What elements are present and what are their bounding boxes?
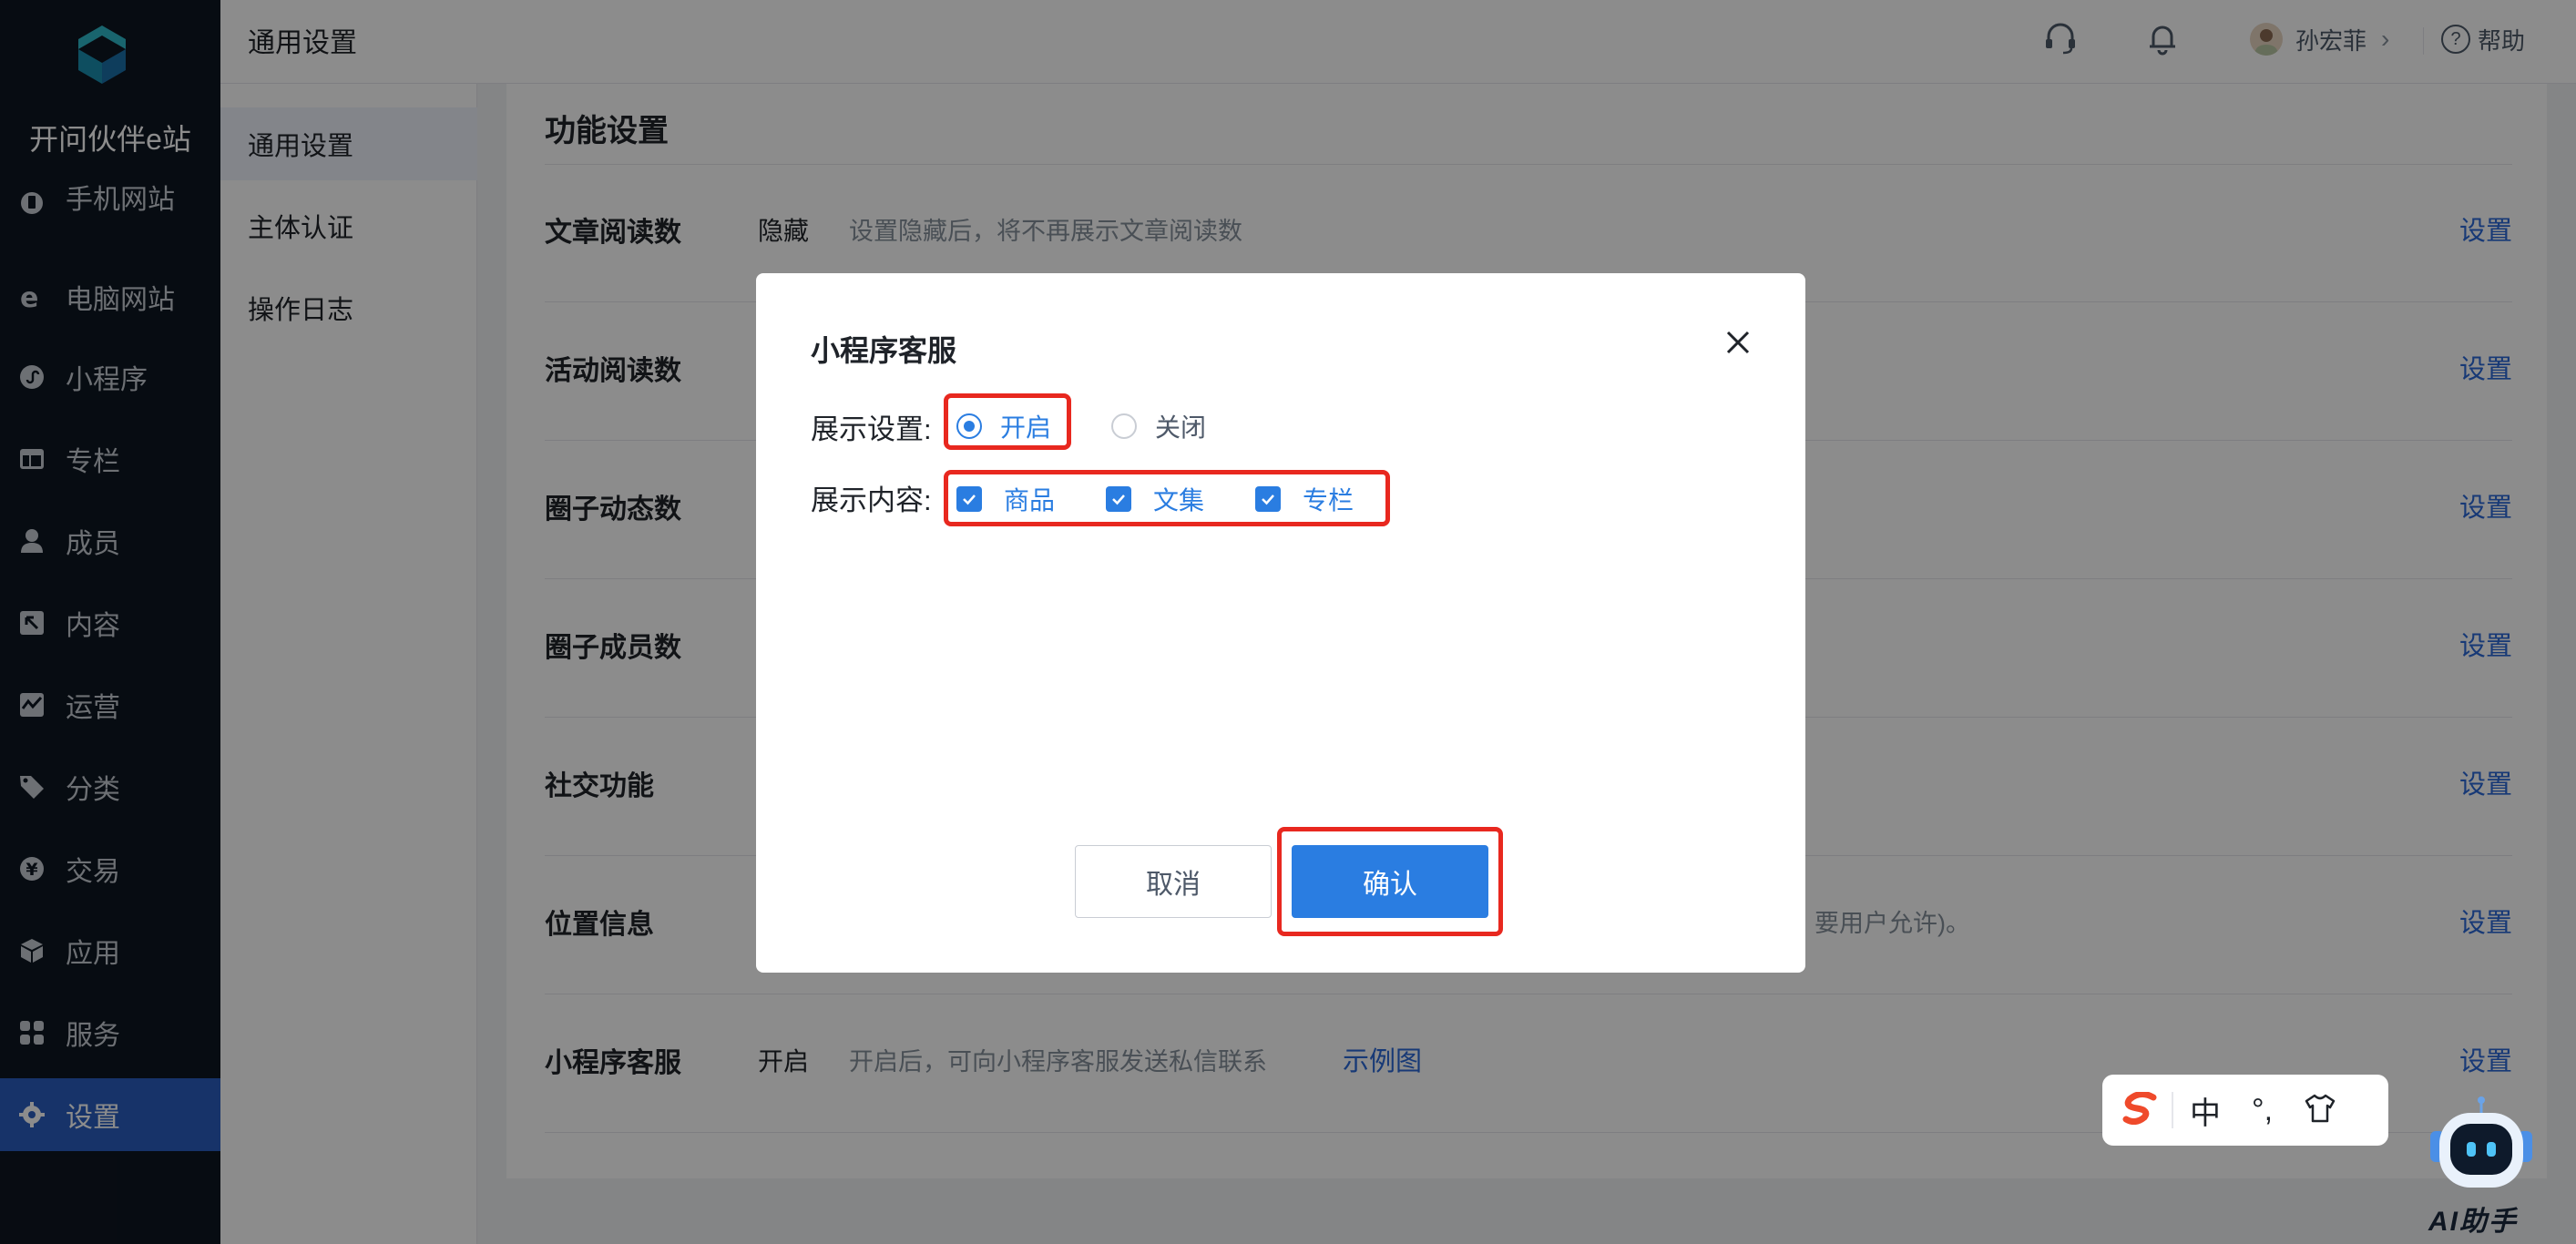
- radio-circle: [1111, 413, 1137, 439]
- ai-assistant-robot-icon[interactable]: [2427, 1093, 2536, 1193]
- ime-mode-toggle[interactable]: 中: [2190, 1088, 2221, 1133]
- skin-icon[interactable]: [2304, 1093, 2336, 1128]
- highlight-box: [944, 470, 1390, 526]
- divider: [2172, 1092, 2173, 1128]
- ai-assistant-label[interactable]: AI助手: [2428, 1198, 2518, 1239]
- ime-toolbar[interactable]: 中 °,: [2102, 1075, 2388, 1146]
- dialog-title: 小程序客服: [811, 334, 957, 367]
- miniprogram-service-dialog: 小程序客服 展示设置: 开启 关闭 展示内容: 商品 文集 专栏 取消 确认: [756, 273, 1805, 973]
- ime-punct-toggle[interactable]: °,: [2252, 1093, 2273, 1128]
- highlight-box: [1277, 827, 1503, 936]
- cancel-button[interactable]: 取消: [1075, 845, 1272, 918]
- highlight-box: [944, 393, 1071, 450]
- display-content-label: 展示内容:: [811, 484, 932, 516]
- radio-close[interactable]: 关闭: [1111, 408, 1206, 444]
- close-icon[interactable]: [1720, 324, 1756, 361]
- display-setting-label: 展示设置:: [811, 413, 932, 445]
- sogou-logo-icon: [2122, 1090, 2159, 1129]
- radio-label: 关闭: [1155, 413, 1207, 442]
